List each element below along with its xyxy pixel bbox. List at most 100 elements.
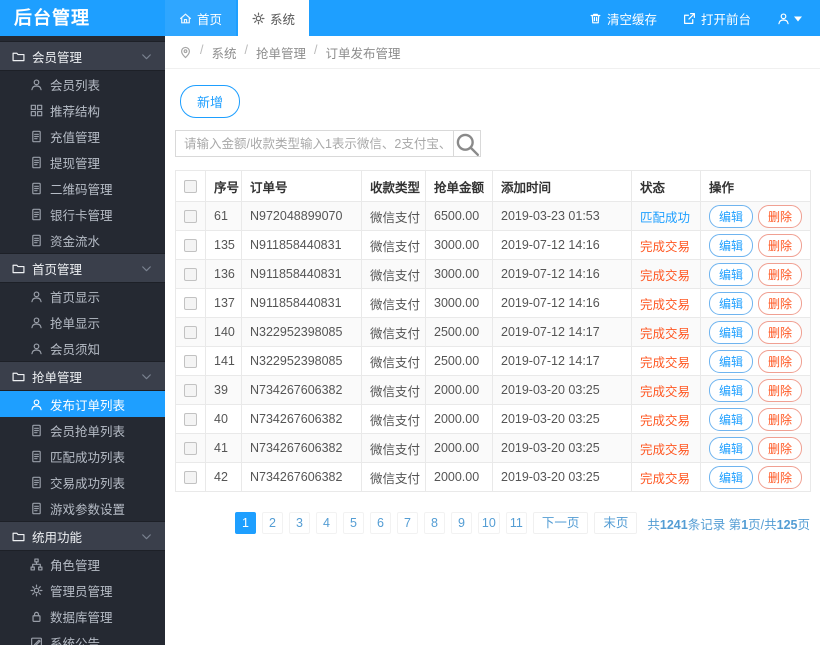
row-checkbox[interactable] — [184, 442, 197, 456]
breadcrumb-item[interactable]: 订单发布管理 — [325, 43, 400, 62]
last-page-button[interactable]: 末页 — [594, 512, 638, 534]
sidebar-item-推荐结构[interactable]: 推荐结构 — [0, 97, 165, 123]
sidebar-item-角色管理[interactable]: 角色管理 — [0, 551, 165, 577]
sidebar-section-统用功能[interactable]: 统用功能 — [0, 521, 165, 551]
sidebar-section-label: 抢单管理 — [32, 370, 83, 385]
delete-button[interactable]: 删除 — [758, 407, 803, 431]
row-checkbox[interactable] — [184, 297, 197, 311]
pagination: 1 2 3 4 5 6 7 8 9 10 11 下一页 末页 共1241条记录 第1页/共125页 — [175, 512, 810, 534]
header-action-清空缓存[interactable]: 清空缓存 — [589, 9, 657, 28]
edit-button[interactable]: 编辑 — [709, 262, 754, 286]
sidebar-item-充值管理[interactable]: 充值管理 — [0, 123, 165, 149]
sidebar-item-数据库管理[interactable]: 数据库管理 — [0, 603, 165, 629]
breadcrumb-item[interactable]: 系统 — [211, 43, 236, 62]
cell-amount: 2000.00 — [425, 433, 493, 463]
edit-button[interactable]: 编辑 — [709, 291, 754, 315]
cell-pay-type: 微信支付 — [361, 201, 426, 231]
cell-status: 完成交易 — [631, 404, 701, 434]
search-input[interactable] — [176, 131, 453, 156]
sidebar-item-首页显示[interactable]: 首页显示 — [0, 283, 165, 309]
delete-button[interactable]: 删除 — [758, 262, 803, 286]
sidebar-item-会员列表[interactable]: 会员列表 — [0, 71, 165, 97]
page-number-7[interactable]: 7 — [396, 512, 418, 534]
row-checkbox[interactable] — [184, 413, 197, 427]
sidebar-section-会员管理[interactable]: 会员管理 — [0, 41, 165, 71]
search-button[interactable] — [453, 131, 480, 156]
status-badge: 匹配成功 — [640, 210, 691, 225]
page-number-6[interactable]: 6 — [369, 512, 391, 534]
chevron-down-icon — [140, 262, 153, 275]
page-number-4[interactable]: 4 — [315, 512, 337, 534]
page-number-3[interactable]: 3 — [288, 512, 310, 534]
sidebar-item-提现管理[interactable]: 提现管理 — [0, 149, 165, 175]
delete-button[interactable]: 删除 — [758, 378, 803, 402]
sidebar-item-匹配成功列表[interactable]: 匹配成功列表 — [0, 443, 165, 469]
edit-button[interactable]: 编辑 — [709, 407, 754, 431]
sidebar-item-系统公告[interactable]: 系统公告 — [0, 629, 165, 645]
cell-pay-type: 微信支付 — [361, 317, 426, 347]
sidebar-item-资金流水[interactable]: 资金流水 — [0, 227, 165, 253]
status-badge: 完成交易 — [640, 355, 691, 370]
delete-button[interactable]: 删除 — [758, 320, 803, 344]
page-number-9[interactable]: 9 — [450, 512, 472, 534]
row-checkbox[interactable] — [184, 210, 197, 224]
edit-button[interactable]: 编辑 — [709, 233, 754, 257]
row-checkbox[interactable] — [184, 268, 197, 282]
next-page-button[interactable]: 下一页 — [532, 512, 589, 534]
row-checkbox[interactable] — [184, 239, 197, 253]
delete-button[interactable]: 删除 — [758, 233, 803, 257]
folder-icon — [12, 262, 25, 275]
sidebar-item-二维码管理[interactable]: 二维码管理 — [0, 175, 165, 201]
cell-status: 完成交易 — [631, 462, 701, 492]
page-number-5[interactable]: 5 — [342, 512, 364, 534]
cell-operations: 编辑 删除 — [700, 230, 811, 260]
breadcrumb-item[interactable]: 抢单管理 — [256, 43, 306, 62]
caret-down-icon — [794, 12, 802, 25]
delete-button[interactable]: 删除 — [758, 465, 803, 489]
sidebar-item-交易成功列表[interactable]: 交易成功列表 — [0, 469, 165, 495]
cell-order-no: N734267606382 — [241, 433, 362, 463]
delete-button[interactable]: 删除 — [758, 349, 803, 373]
row-checkbox[interactable] — [184, 355, 197, 369]
sidebar-item-发布订单列表[interactable]: 发布订单列表 — [0, 391, 165, 417]
row-checkbox-cell — [175, 201, 206, 231]
page-number-2[interactable]: 2 — [261, 512, 283, 534]
edit-button[interactable]: 编辑 — [709, 436, 754, 460]
sidebar-item-银行卡管理[interactable]: 银行卡管理 — [0, 201, 165, 227]
row-checkbox[interactable] — [184, 384, 197, 398]
user-icon — [30, 78, 43, 91]
sidebar-section-首页管理[interactable]: 首页管理 — [0, 253, 165, 283]
select-all-checkbox[interactable] — [184, 180, 197, 194]
edit-note-icon — [30, 636, 43, 645]
sidebar-item-抢单显示[interactable]: 抢单显示 — [0, 309, 165, 335]
cell-order-no: N734267606382 — [241, 404, 362, 434]
edit-button[interactable]: 编辑 — [709, 349, 754, 373]
header-tab-首页[interactable]: 首页 — [165, 0, 237, 36]
cell-added-time: 2019-03-20 03:25 — [492, 433, 632, 463]
row-checkbox[interactable] — [184, 326, 197, 340]
page-number-10[interactable]: 10 — [477, 512, 500, 534]
folder-icon — [12, 50, 25, 63]
edit-button[interactable]: 编辑 — [709, 204, 754, 228]
cell-added-time: 2019-07-12 14:16 — [492, 259, 632, 289]
add-button[interactable]: 新增 — [180, 85, 241, 118]
edit-button[interactable]: 编辑 — [709, 378, 754, 402]
sidebar-item-游戏参数设置[interactable]: 游戏参数设置 — [0, 495, 165, 521]
page-number-11[interactable]: 11 — [505, 512, 527, 534]
header-action-打开前台[interactable]: 打开前台 — [683, 9, 751, 28]
sidebar-item-管理员管理[interactable]: 管理员管理 — [0, 577, 165, 603]
delete-button[interactable]: 删除 — [758, 204, 803, 228]
edit-button[interactable]: 编辑 — [709, 465, 754, 489]
page-number-1[interactable]: 1 — [234, 512, 256, 534]
sidebar-item-会员抢单列表[interactable]: 会员抢单列表 — [0, 417, 165, 443]
page-number-8[interactable]: 8 — [423, 512, 445, 534]
delete-button[interactable]: 删除 — [758, 436, 803, 460]
sidebar-section-抢单管理[interactable]: 抢单管理 — [0, 361, 165, 391]
user-menu[interactable] — [777, 12, 802, 25]
edit-button[interactable]: 编辑 — [709, 320, 754, 344]
delete-button[interactable]: 删除 — [758, 291, 803, 315]
header-tab-系统[interactable]: 系统 — [238, 0, 310, 36]
row-checkbox[interactable] — [184, 471, 197, 485]
sidebar-item-会员须知[interactable]: 会员须知 — [0, 335, 165, 361]
orders-table-head: 序号 订单号 收款类型 抢单金额 添加时间 状态 操作 — [175, 170, 811, 202]
